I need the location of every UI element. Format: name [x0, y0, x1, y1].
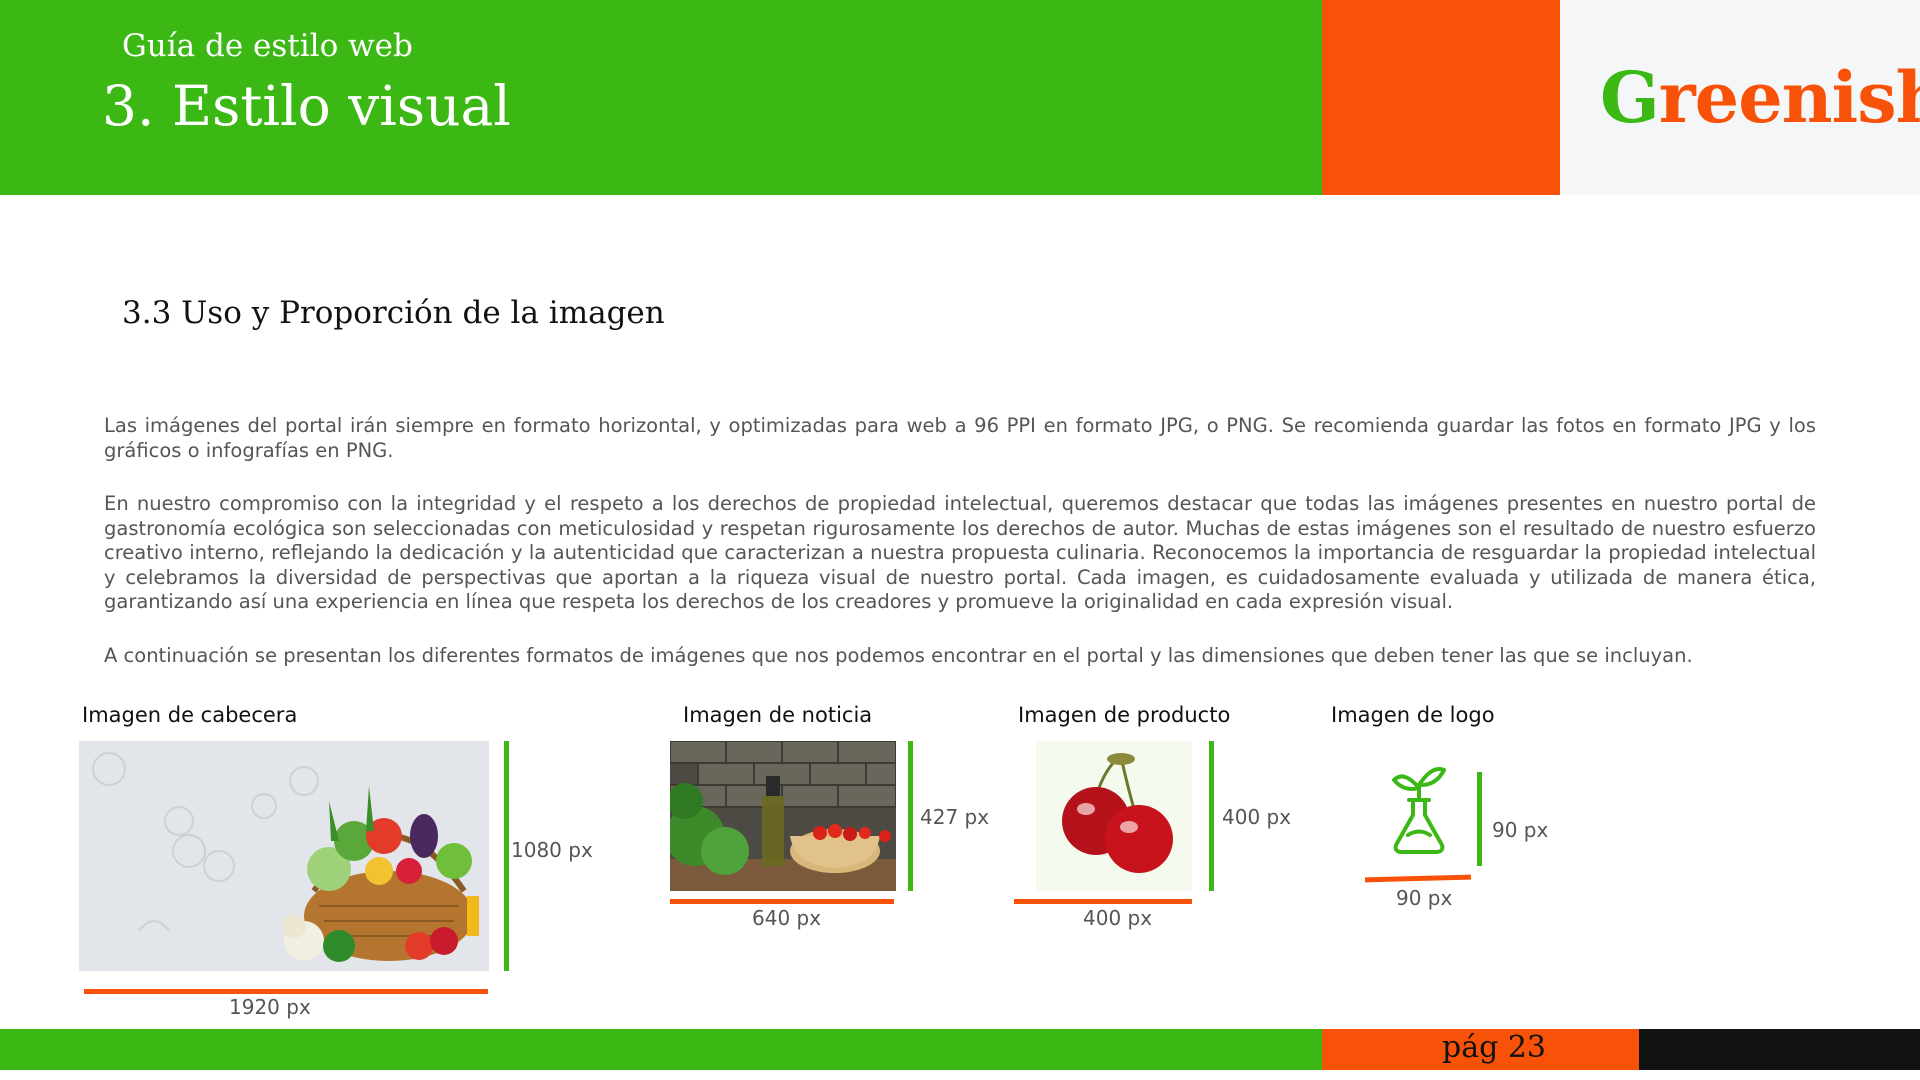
footer-black-block: [1639, 1029, 1920, 1070]
paragraph-rights: En nuestro compromiso con la integridad …: [104, 492, 1816, 613]
logo-image-sample: [1384, 760, 1454, 860]
section-title: 3.3 Uso y Proporción de la imagen: [122, 295, 665, 331]
height-label-logo: 90 px: [1492, 818, 1549, 842]
brand-rest: reenish: [1658, 56, 1920, 139]
height-indicator-logo: [1477, 772, 1482, 866]
width-label-product: 400 px: [1083, 906, 1153, 930]
document-kicker: Guía de estilo web: [122, 28, 413, 64]
plant-flask-icon: [1392, 767, 1446, 854]
oil-tomatoes-photo: [670, 741, 896, 891]
width-label-header: 1920 px: [229, 995, 311, 1019]
brand-initial: G: [1600, 56, 1660, 139]
cherries-photo: [1062, 753, 1173, 873]
news-image-sample: [670, 741, 896, 891]
figure-label-news: Imagen de noticia: [683, 703, 873, 727]
width-label-logo: 90 px: [1396, 886, 1453, 910]
width-indicator-header: [84, 989, 488, 994]
header-image-sample: [79, 741, 489, 971]
paragraph-formats: Las imágenes del portal irán siempre en …: [104, 414, 1816, 462]
height-label-product: 400 px: [1222, 805, 1292, 829]
height-indicator-product: [1209, 741, 1214, 891]
width-indicator-product: [1014, 899, 1192, 904]
figure-label-header: Imagen de cabecera: [82, 703, 298, 727]
height-label-header: 1080 px: [511, 838, 593, 862]
figure-label-logo: Imagen de logo: [1331, 703, 1495, 727]
product-image-sample: [1036, 741, 1192, 891]
page-number: pág 23: [1442, 1030, 1547, 1065]
footer-green-band: [0, 1029, 1322, 1070]
width-indicator-news: [670, 899, 894, 904]
paragraph-intro-formats: A continuación se presentan los diferent…: [104, 644, 1693, 667]
figure-label-product: Imagen de producto: [1018, 703, 1231, 727]
width-indicator-logo: [1364, 874, 1472, 883]
height-indicator-news: [908, 741, 913, 891]
vegetable-basket-photo: [92, 752, 479, 962]
height-indicator-header: [504, 741, 509, 971]
height-label-news: 427 px: [920, 805, 990, 829]
brand-logo: Greenish: [1600, 56, 1920, 139]
page-title: 3. Estilo visual: [102, 74, 511, 138]
width-label-news: 640 px: [752, 906, 822, 930]
header-orange-block: [1322, 0, 1560, 195]
